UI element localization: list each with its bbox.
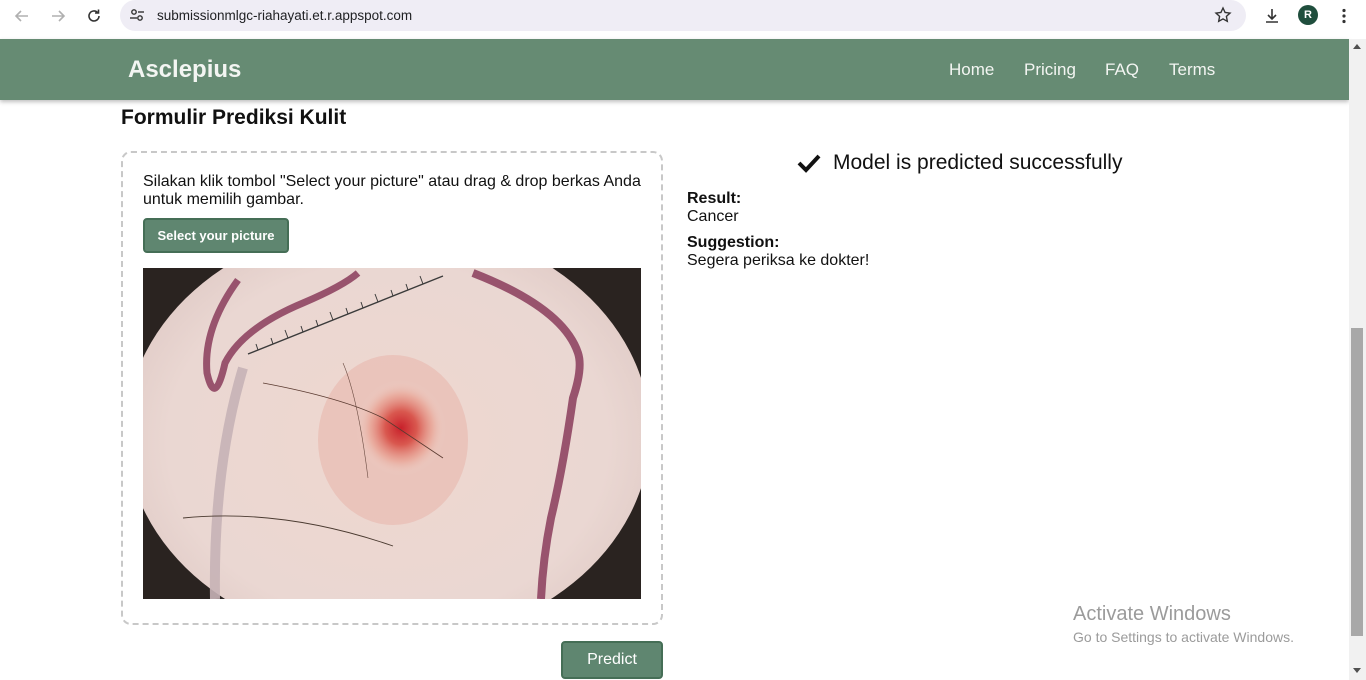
- profile-avatar[interactable]: R: [1298, 5, 1318, 25]
- predict-button[interactable]: Predict: [561, 641, 663, 679]
- suggestion-value: Segera periksa ke dokter!: [687, 252, 870, 269]
- site-header: Asclepius Home Pricing FAQ Terms: [0, 39, 1349, 100]
- select-picture-button[interactable]: Select your picture: [143, 218, 289, 253]
- more-vert-icon: [1342, 8, 1346, 24]
- scroll-down-icon[interactable]: [1353, 668, 1361, 673]
- watermark-title: Activate Windows: [1073, 603, 1231, 625]
- forward-icon: [52, 10, 66, 22]
- scrollbar-thumb[interactable]: [1351, 328, 1363, 636]
- success-message: Model is predicted successfully: [797, 151, 1122, 175]
- brand-logo[interactable]: Asclepius: [128, 56, 241, 84]
- forward-button[interactable]: [43, 4, 73, 28]
- nav-home[interactable]: Home: [949, 60, 994, 80]
- image-dropzone[interactable]: Silakan klik tombol "Select your picture…: [121, 151, 663, 625]
- scroll-up-icon[interactable]: [1353, 44, 1361, 49]
- activation-watermark: Activate Windows Go to Settings to activ…: [1073, 603, 1294, 645]
- address-bar[interactable]: submissionmlgc-riahayati.et.r.appspot.co…: [120, 0, 1246, 31]
- nav-terms[interactable]: Terms: [1169, 60, 1215, 80]
- reload-button[interactable]: [79, 4, 109, 28]
- bookmark-star-icon[interactable]: [1214, 6, 1232, 24]
- nav-pricing[interactable]: Pricing: [1024, 60, 1076, 80]
- suggestion-label: Suggestion:: [687, 234, 780, 251]
- download-icon: [1266, 9, 1278, 23]
- check-icon: [797, 154, 821, 173]
- downloads-button[interactable]: [1261, 5, 1283, 27]
- result-value: Cancer: [687, 208, 739, 225]
- site-settings-icon[interactable]: [129, 7, 145, 23]
- upload-instructions: Silakan klik tombol "Select your picture…: [143, 173, 641, 208]
- back-icon: [14, 10, 28, 22]
- page-scrollbar[interactable]: [1349, 39, 1366, 680]
- menu-button[interactable]: [1333, 5, 1355, 27]
- page-title: Formulir Prediksi Kulit: [121, 106, 347, 129]
- result-label: Result:: [687, 190, 742, 207]
- nav-faq[interactable]: FAQ: [1105, 60, 1139, 80]
- url-text[interactable]: submissionmlgc-riahayati.et.r.appspot.co…: [157, 8, 412, 23]
- skin-image-preview: [143, 268, 641, 599]
- success-text: Model is predicted successfully: [833, 151, 1123, 174]
- reload-icon: [88, 9, 100, 22]
- back-button[interactable]: [7, 4, 37, 28]
- browser-toolbar: submissionmlgc-riahayati.et.r.appspot.co…: [0, 0, 1366, 39]
- watermark-subtitle: Go to Settings to activate Windows.: [1073, 629, 1294, 645]
